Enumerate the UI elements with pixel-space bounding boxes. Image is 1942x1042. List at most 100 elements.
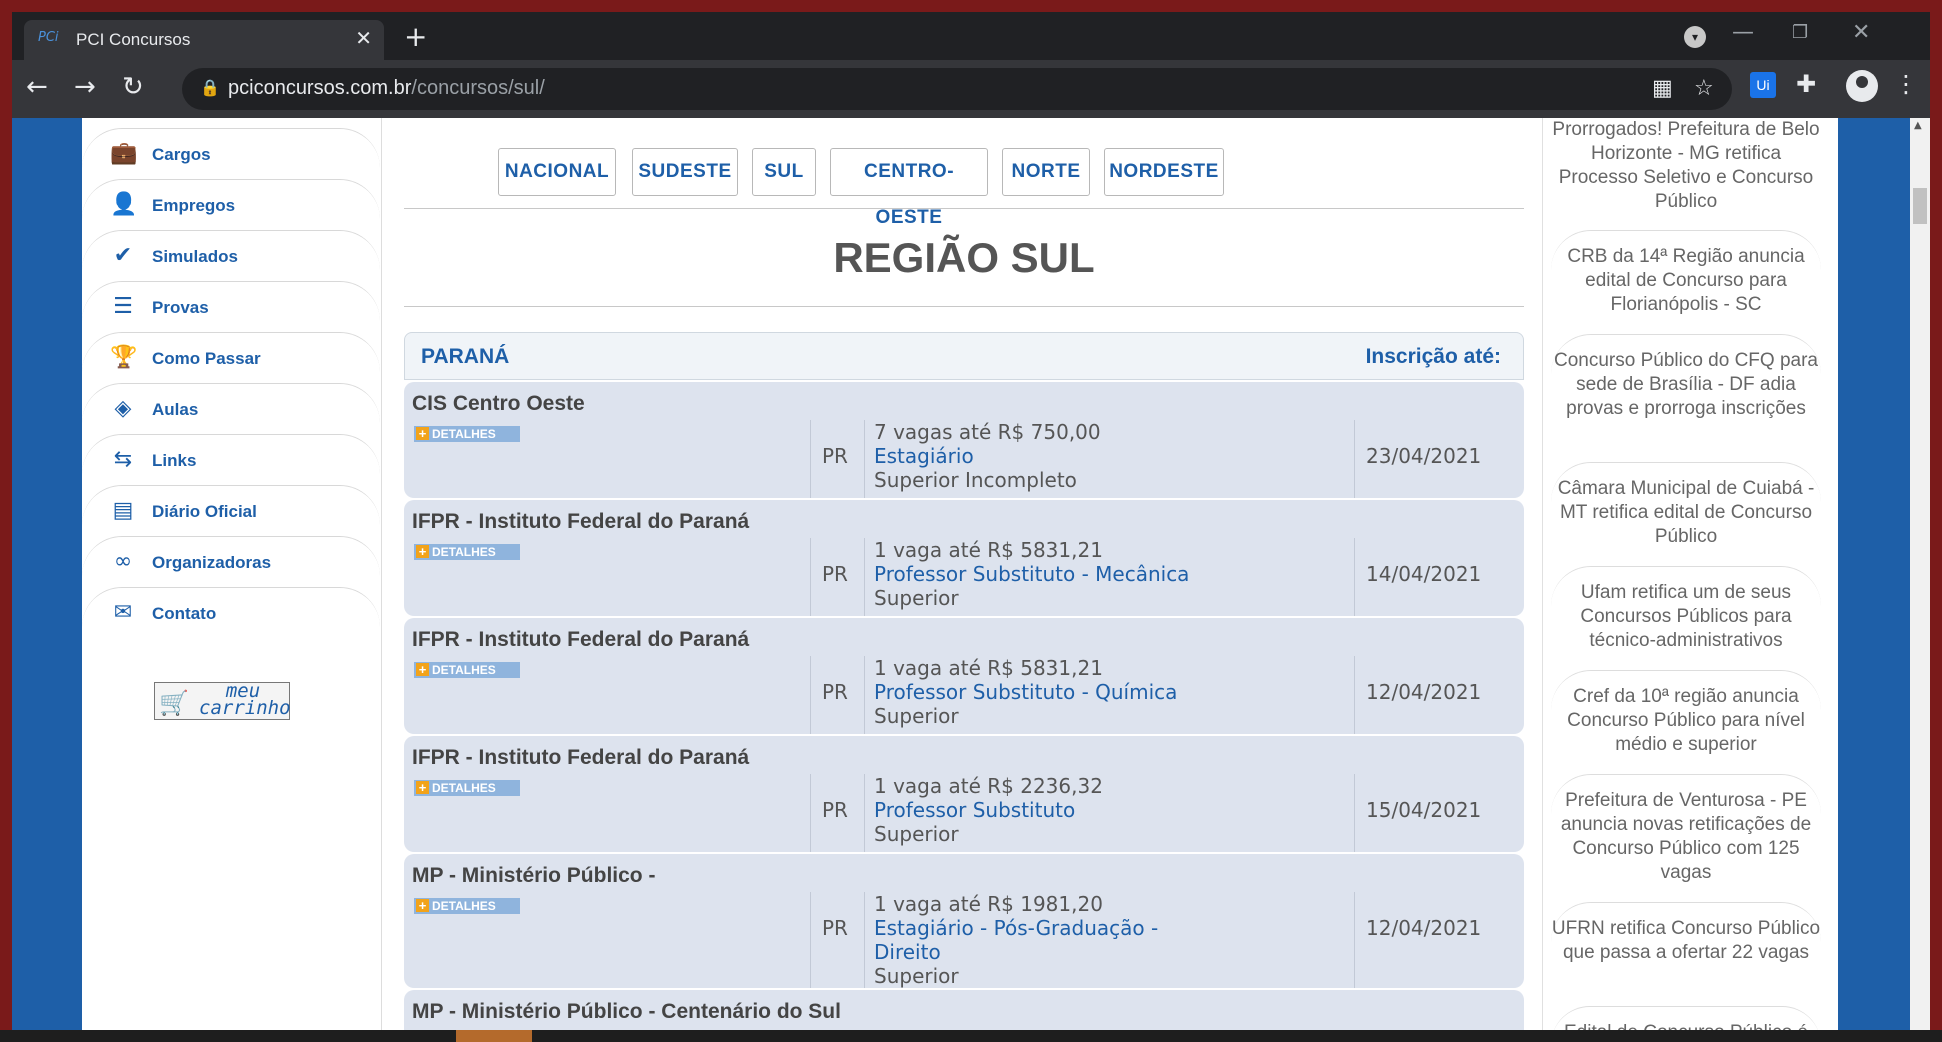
extension-ui-icon[interactable]: Ui [1750, 72, 1776, 98]
back-icon[interactable]: ← [26, 72, 48, 102]
url-path: /concursos/sul/ [411, 77, 545, 99]
menu-kebab-icon[interactable]: ⋮ [1894, 70, 1918, 98]
cart-label-line2: carrinho [199, 697, 291, 719]
minimize-icon[interactable]: — [1732, 20, 1754, 45]
lock-icon[interactable]: 🔒 [200, 78, 220, 97]
news-item[interactable]: Ufam retifica um de seus Concursos Públi… [1551, 566, 1821, 653]
sidebar-item-empregos[interactable]: 👤 Empregos [82, 179, 380, 230]
sidebar-item-label: Aulas [152, 400, 199, 419]
listing-date: 23/04/2021 [1366, 444, 1482, 468]
sidebar-item-diario-oficial[interactable]: ▤ Diário Oficial [82, 485, 380, 536]
taskbar-active-item[interactable] [456, 1030, 532, 1042]
sidebar-item-label: Simulados [152, 247, 238, 266]
listing-role-link[interactable]: Professor Substituto [874, 798, 1214, 822]
listing-role-link[interactable]: Estagiário [874, 444, 1214, 468]
forward-icon[interactable]: → [74, 72, 96, 102]
listing-info: 1 vaga até R$ 1981,20 Estagiário - Pós-G… [874, 892, 1174, 988]
window-close-icon[interactable]: ✕ [1852, 20, 1870, 45]
listing-level: Superior [874, 964, 959, 988]
news-item[interactable]: Cref da 10ª região anuncia Concurso Públ… [1551, 670, 1821, 757]
taskbar [0, 1030, 1942, 1042]
divider [810, 538, 811, 616]
region-button-nacional[interactable]: NACIONAL [498, 148, 616, 196]
browser-tab[interactable]: PCi PCI Concursos ✕ [24, 20, 384, 60]
url-text: pciconcursos.com.br/concursos/sul/ [228, 77, 545, 100]
divider [1354, 892, 1355, 988]
sidebar-item-como-passar[interactable]: 🏆 Como Passar [82, 332, 380, 383]
sidebar-item-links[interactable]: ⇆ Links [82, 434, 380, 485]
cart-button[interactable]: 🛒 meu carrinho [154, 682, 291, 720]
sidebar-item-organizadoras[interactable]: ∞ Organizadoras [82, 536, 380, 587]
bookmark-star-icon[interactable]: ☆ [1694, 76, 1714, 101]
news-item[interactable]: Edital de Concurso Público é [1551, 1006, 1821, 1030]
news-item[interactable]: Prorrogados! Prefeitura de Belo Horizont… [1551, 118, 1821, 214]
details-button[interactable]: DETALHES [414, 780, 520, 796]
region-button-nordeste[interactable]: NORDESTE [1104, 148, 1224, 196]
divider [810, 656, 811, 734]
new-tab-icon[interactable]: + [404, 20, 427, 53]
details-button[interactable]: DETALHES [414, 898, 520, 914]
restore-icon[interactable]: ❐ [1792, 22, 1808, 43]
listing-level: Superior Incompleto [874, 468, 1077, 492]
news-item[interactable]: Concurso Público do CFQ para sede de Bra… [1551, 334, 1821, 421]
listing-date: 14/04/2021 [1366, 562, 1482, 586]
qr-code-icon[interactable]: ▦ [1652, 76, 1673, 101]
listing-org[interactable]: MP - Ministério Público - [412, 864, 655, 888]
sidebar-item-label: Provas [152, 298, 209, 317]
sidebar-item-simulados[interactable]: ✔ Simulados [82, 230, 380, 281]
listing-role-link[interactable]: Estagiário - Pós-Graduação - Direito [874, 916, 1174, 964]
region-button-norte[interactable]: NORTE [1002, 148, 1090, 196]
details-button[interactable]: DETALHES [414, 544, 520, 560]
scroll-up-icon[interactable]: ▲ [1914, 120, 1922, 131]
check-circle-icon: ✔ [113, 243, 133, 268]
state-name: PARANÁ [421, 345, 510, 368]
sidebar-item-contato[interactable]: ✉ Contato [82, 587, 380, 638]
details-button[interactable]: DETALHES [414, 426, 520, 442]
listing-org[interactable]: IFPR - Instituto Federal do Paraná [412, 746, 749, 770]
listing-uf: PR [822, 798, 848, 822]
listing-role-link[interactable]: Professor Substituto - Química [874, 680, 1214, 704]
listing-org[interactable]: CIS Centro Oeste [412, 392, 585, 416]
listing-role-link[interactable]: Professor Substituto - Mecânica [874, 562, 1214, 586]
sidebar-item-provas[interactable]: ☰ Provas [82, 281, 380, 332]
divider [864, 420, 865, 498]
divider [810, 892, 811, 988]
divider [864, 538, 865, 616]
listing-org[interactable]: IFPR - Instituto Federal do Paraná [412, 510, 749, 534]
page: 💼 Cargos 👤 Empregos ✔ Simulados ☰ Provas… [82, 118, 1838, 1030]
divider [404, 208, 1524, 209]
news-item[interactable]: CRB da 14ª Região anuncia edital de Conc… [1551, 230, 1821, 317]
extensions-puzzle-icon[interactable]: ✚ [1796, 70, 1816, 98]
news-item[interactable]: Câmara Municipal de Cuiabá - MT retifica… [1551, 462, 1821, 549]
listing-info: 1 vaga até R$ 5831,21 Professor Substitu… [874, 656, 1214, 728]
details-button[interactable]: DETALHES [414, 662, 520, 678]
news-item[interactable]: UFRN retifica Concurso Público que passa… [1551, 902, 1821, 965]
trophy-icon: 🏆 [110, 345, 138, 370]
sidebar-item-aulas[interactable]: ◈ Aulas [82, 383, 380, 434]
listing-org[interactable]: IFPR - Instituto Federal do Paraná [412, 628, 749, 652]
region-button-sudeste[interactable]: SUDESTE [632, 148, 738, 196]
tab-search-icon[interactable]: ▾ [1684, 26, 1706, 48]
document-icon: ☰ [113, 294, 133, 319]
address-bar[interactable]: 🔒 pciconcursos.com.br/concursos/sul/ ▦ ☆ [182, 68, 1732, 110]
region-button-sul[interactable]: SUL [752, 148, 816, 196]
tab-close-icon[interactable]: ✕ [355, 26, 372, 50]
cart-icon: 🛒 [159, 689, 189, 717]
scrollbar-thumb[interactable] [1913, 188, 1927, 224]
listing-level: Superior [874, 704, 959, 728]
divider [864, 892, 865, 988]
sidebar-item-cargos[interactable]: 💼 Cargos [82, 128, 380, 179]
listing-org[interactable]: MP - Ministério Público - Centenário do … [412, 1000, 841, 1024]
envelope-icon: ✉ [113, 600, 133, 625]
profile-avatar-icon[interactable] [1846, 70, 1878, 102]
newspaper-icon: ▤ [112, 498, 134, 523]
region-button-centro-oeste[interactable]: CENTRO-OESTE [830, 148, 988, 228]
reload-icon[interactable]: ↻ [122, 72, 144, 102]
vertical-scrollbar[interactable]: ▲ [1910, 118, 1930, 1030]
divider [404, 306, 1524, 307]
news-item[interactable]: Prefeitura de Venturosa - PE anuncia nov… [1551, 774, 1821, 885]
divider [864, 774, 865, 852]
listing-uf: PR [822, 562, 848, 586]
page-title: REGIÃO SUL [833, 234, 1095, 281]
listing-card: IFPR - Instituto Federal do Paraná DETAL… [404, 736, 1524, 852]
